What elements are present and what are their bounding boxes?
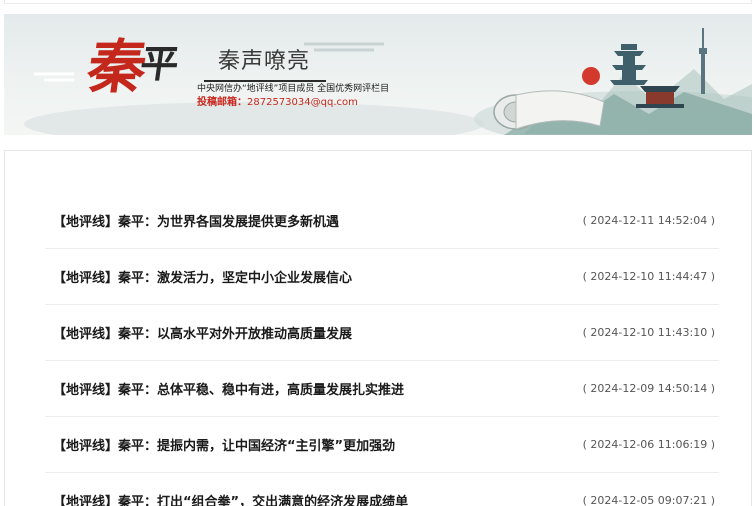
brand-logo: 秦平	[83, 33, 184, 101]
news-date: ( 2024-12-11 14:52:04 )	[582, 214, 715, 227]
news-title-link[interactable]: 【地评线】秦平：激发活力，坚定中小企业发展信心	[53, 267, 352, 286]
news-date: ( 2024-12-05 09:07:21 )	[582, 494, 715, 506]
header-banner: 秦平 秦声嘹亮 中央网信办“地评线”项目成员 全国优秀网评栏目 投稿邮箱：287…	[4, 14, 752, 135]
slogan-underline	[204, 80, 326, 82]
news-list: 【地评线】秦平：为世界各国发展提供更多新机遇 ( 2024-12-11 14:5…	[45, 193, 719, 506]
submission-email-address: 2872573034@qq.com	[247, 97, 358, 108]
submission-email: 投稿邮箱：2872573034@qq.com	[197, 98, 358, 108]
news-list-item[interactable]: 【地评线】秦平：打出“组合拳”，交出满意的经济发展成绩单 ( 2024-12-0…	[45, 473, 719, 506]
news-date: ( 2024-12-06 11:06:19 )	[582, 438, 715, 451]
news-title-link[interactable]: 【地评线】秦平：提振内需，让中国经济“主引擎”更加强劲	[53, 435, 395, 454]
news-date: ( 2024-12-10 11:43:10 )	[582, 326, 715, 339]
submission-email-label: 投稿邮箱：	[197, 97, 247, 108]
banner-tagline: 中央网信办“地评线”项目成员 全国优秀网评栏目	[197, 84, 390, 94]
news-title-link[interactable]: 【地评线】秦平：打出“组合拳”，交出满意的经济发展成绩单	[53, 491, 408, 506]
news-list-item[interactable]: 【地评线】秦平：为世界各国发展提供更多新机遇 ( 2024-12-11 14:5…	[45, 193, 719, 249]
top-strip	[4, 0, 752, 4]
news-list-item[interactable]: 【地评线】秦平：总体平稳、稳中有进，高质量发展扎实推进 ( 2024-12-09…	[45, 361, 719, 417]
news-list-item[interactable]: 【地评线】秦平：提振内需，让中国经济“主引擎”更加强劲 ( 2024-12-06…	[45, 417, 719, 473]
brand-logo-sub-char: 平	[137, 41, 180, 86]
news-title-link[interactable]: 【地评线】秦平：总体平稳、稳中有进，高质量发展扎实推进	[53, 379, 404, 398]
news-date: ( 2024-12-09 14:50:14 )	[582, 382, 715, 395]
news-list-panel: 【地评线】秦平：为世界各国发展提供更多新机遇 ( 2024-12-11 14:5…	[4, 150, 752, 506]
news-list-item[interactable]: 【地评线】秦平：以高水平对外开放推动高质量发展 ( 2024-12-10 11:…	[45, 305, 719, 361]
news-title-link[interactable]: 【地评线】秦平：以高水平对外开放推动高质量发展	[53, 323, 352, 342]
news-list-item[interactable]: 【地评线】秦平：激发活力，坚定中小企业发展信心 ( 2024-12-10 11:…	[45, 249, 719, 305]
banner-slogan: 秦声嘹亮	[218, 49, 311, 74]
news-title-link[interactable]: 【地评线】秦平：为世界各国发展提供更多新机遇	[53, 211, 339, 230]
news-date: ( 2024-12-10 11:44:47 )	[582, 270, 715, 283]
